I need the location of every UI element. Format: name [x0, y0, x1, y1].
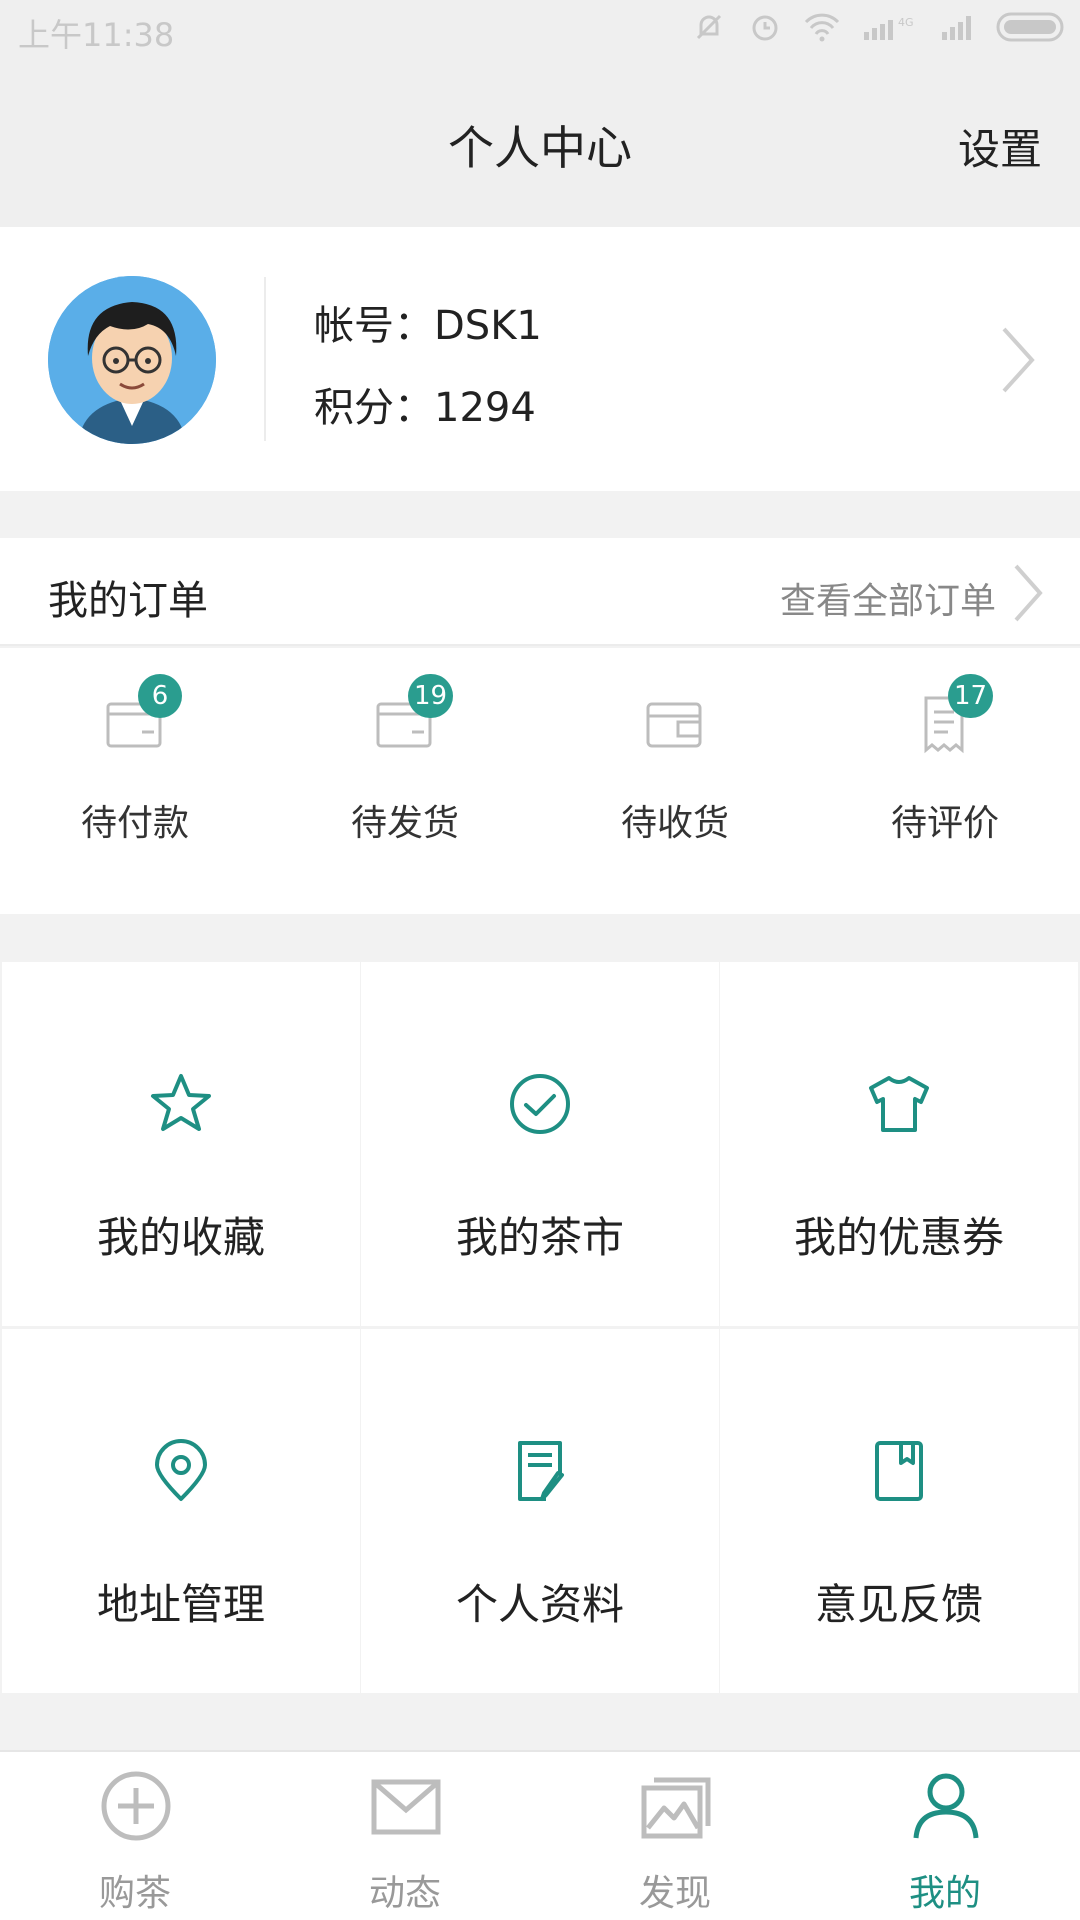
check-circle-icon	[510, 1074, 570, 1134]
order-badge: 6	[138, 674, 182, 718]
avatar[interactable]	[48, 276, 216, 444]
personal-profile-button[interactable]: 个人资料	[361, 1329, 719, 1693]
tab-label: 发现	[638, 1873, 711, 1914]
tab-buy-tea[interactable]: 购茶	[0, 1752, 270, 1920]
profile-card[interactable]: 帐号：DSK1 积分：1294	[0, 227, 1080, 491]
chevron-right-icon[interactable]	[1010, 562, 1046, 624]
svg-text:4G: 4G	[898, 16, 914, 29]
orders-header[interactable]: 我的订单 查看全部订单	[0, 538, 1080, 646]
feature-label: 我的茶市	[455, 1213, 624, 1262]
star-icon	[151, 1074, 211, 1131]
tshirt-icon	[869, 1076, 929, 1132]
divider	[264, 277, 266, 441]
feature-label: 我的收藏	[96, 1213, 265, 1262]
tab-mine[interactable]: 我的	[810, 1752, 1080, 1920]
user-icon	[913, 1773, 979, 1839]
my-coupons-button[interactable]: 我的优惠券	[720, 962, 1078, 1326]
avatar-image	[48, 276, 216, 444]
points-text: 积分：1294	[314, 385, 536, 431]
feature-grid: 我的收藏 我的茶市 我的优惠券 地址管理 个人资料 意见反馈	[0, 962, 1080, 1694]
location-icon	[155, 1439, 207, 1501]
wifi-icon	[804, 13, 840, 42]
order-badge: 19	[408, 674, 454, 718]
my-tea-market-button[interactable]: 我的茶市	[361, 962, 719, 1326]
title-bar: 个人中心 设置	[0, 60, 1080, 227]
order-pending-payment[interactable]: 6 待付款	[0, 648, 270, 914]
plus-circle-icon	[101, 1771, 171, 1841]
status-icons: 4G	[692, 10, 1066, 44]
mute-icon	[696, 14, 722, 40]
tab-news[interactable]: 动态	[270, 1752, 540, 1920]
tab-label: 购茶	[98, 1873, 171, 1914]
order-label: 待评价	[890, 803, 999, 844]
order-pending-review[interactable]: 17 待评价	[810, 648, 1080, 914]
my-favorites-button[interactable]: 我的收藏	[2, 962, 360, 1326]
status-bar: 上午11:38 4G	[0, 0, 1080, 60]
mail-icon	[371, 1779, 441, 1835]
edit-doc-icon	[518, 1441, 564, 1501]
feedback-button[interactable]: 意见反馈	[720, 1329, 1078, 1693]
bottom-tab-bar: 购茶 动态 发现 我的	[0, 1750, 1080, 1920]
account-text: 帐号：DSK1	[314, 303, 542, 349]
order-badge: 17	[948, 674, 994, 718]
tab-label: 我的	[908, 1873, 981, 1914]
feature-label: 意见反馈	[814, 1580, 983, 1629]
feedback-icon	[875, 1441, 923, 1501]
order-pending-shipment[interactable]: 19 待发货	[270, 648, 540, 914]
order-label: 待收货	[620, 803, 729, 844]
feature-label: 我的优惠券	[793, 1213, 1004, 1262]
box-icon	[646, 702, 702, 748]
status-time: 上午11:38	[18, 16, 175, 54]
chevron-right-icon[interactable]	[998, 325, 1038, 395]
tab-label: 动态	[368, 1873, 441, 1914]
page-title: 个人中心	[448, 121, 632, 175]
orders-title: 我的订单	[48, 578, 208, 624]
address-management-button[interactable]: 地址管理	[2, 1329, 360, 1693]
feature-label: 个人资料	[455, 1580, 624, 1629]
order-label: 待付款	[80, 803, 189, 844]
battery-icon	[996, 12, 1064, 42]
tab-discover[interactable]: 发现	[540, 1752, 810, 1920]
order-label: 待发货	[350, 803, 459, 844]
order-status-row: 6 待付款 19 待发货 待收货 17 待评价	[0, 648, 1080, 914]
order-pending-receipt[interactable]: 待收货	[540, 648, 810, 914]
feature-label: 地址管理	[96, 1580, 265, 1629]
alarm-icon	[752, 15, 778, 41]
view-all-orders-link[interactable]: 查看全部订单	[780, 572, 996, 624]
settings-button[interactable]: 设置	[958, 116, 1042, 177]
signal-icon	[942, 16, 971, 40]
signal-4g-icon: 4G	[864, 16, 914, 40]
gallery-icon	[641, 1777, 711, 1839]
